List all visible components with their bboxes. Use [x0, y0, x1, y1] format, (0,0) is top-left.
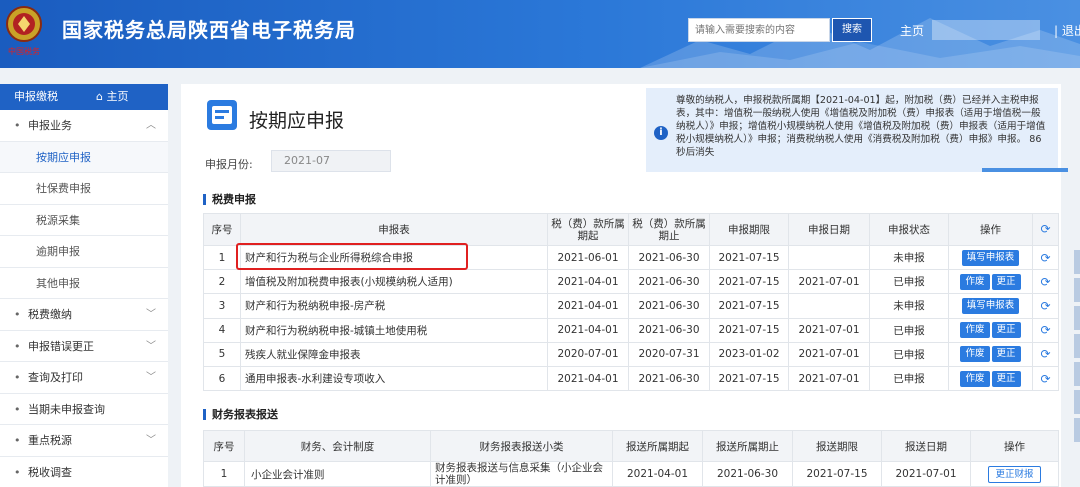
sidebar-home-link[interactable]: ⌂ 主页: [96, 84, 128, 110]
sidebar-item-overdue[interactable]: 逾期申报: [0, 236, 168, 268]
sidebar-item-payment[interactable]: 税费缴纳﹀: [0, 299, 168, 331]
form-name: 增值税及附加税费申报表(小规模纳税人适用): [240, 269, 548, 295]
page-title: 按期应申报: [249, 110, 345, 132]
col-header-start: 税（费）款所属期起: [547, 213, 629, 246]
sidebar-item-key-tax-source[interactable]: 重点税源﹀: [0, 425, 168, 457]
refresh-icon[interactable]: ⟳: [1040, 347, 1050, 361]
void-button[interactable]: 作废: [960, 322, 990, 339]
table-header-row: 序号 财务、会计制度 财务报表报送小类 报送所属期起 报送所属期止 报送期限 报…: [203, 430, 1059, 462]
correct-button[interactable]: 更正: [991, 370, 1021, 387]
col-header-deadline: 申报期限: [709, 213, 789, 246]
col-header-actions: 操作: [948, 213, 1033, 246]
sidebar-item-correction[interactable]: 申报错误更正﹀: [0, 331, 168, 362]
correct-button[interactable]: 更正: [991, 322, 1021, 339]
notice-text: 尊敬的纳税人，申报税款所属期【2021-04-01】起，附加税（费）已经并入主税…: [676, 95, 1046, 158]
search-input[interactable]: [688, 18, 830, 42]
status-badge: 已申报: [869, 365, 949, 392]
col-header-form: 申报表: [240, 213, 548, 246]
search-button[interactable]: 搜索: [832, 18, 872, 42]
sidebar-item-undeclared[interactable]: 当期未申报查询: [0, 394, 168, 425]
chevron-down-icon: ﹀: [146, 309, 156, 320]
sidebar-item-query-print[interactable]: 查询及打印﹀: [0, 362, 168, 394]
chevron-down-icon: ﹀: [146, 435, 156, 446]
col-header-status: 申报状态: [869, 213, 949, 246]
sidebar-item-periodic-declaration[interactable]: 按期应申报: [0, 141, 168, 173]
refresh-icon[interactable]: ⟳: [1040, 323, 1050, 337]
sidebar-item-social-insurance[interactable]: 社保费申报: [0, 173, 168, 205]
table-row: 4 财产和行为税纳税申报-城镇土地使用税 2021-04-01 2021-06-…: [203, 317, 1059, 343]
chevron-down-icon: ﹀: [146, 372, 156, 383]
refresh-icon[interactable]: ⟳: [1040, 275, 1050, 289]
form-name: 通用申报表-水利建设专项收入: [240, 365, 548, 392]
form-name: 财产和行为税与企业所得税综合申报: [240, 244, 548, 271]
status-badge: 已申报: [869, 269, 949, 295]
calendar-icon: [207, 100, 237, 130]
table-row: 5 残疾人就业保障金申报表 2020-07-01 2020-07-31 2023…: [203, 341, 1059, 367]
correct-report-button[interactable]: 更正财报: [988, 465, 1041, 483]
home-icon: ⌂: [96, 90, 107, 103]
refresh-icon[interactable]: ⟳: [1040, 251, 1050, 265]
void-button[interactable]: 作废: [960, 273, 990, 290]
tax-emblem-logo: 中国税务: [6, 6, 42, 56]
svg-text:中国税务: 中国税务: [8, 46, 40, 56]
site-title: 国家税务总局陕西省电子税务局: [62, 18, 356, 42]
status-badge: 已申报: [869, 341, 949, 367]
status-badge: 已申报: [869, 317, 949, 343]
chevron-up-icon: ︿: [146, 120, 156, 131]
col-header-date: 申报日期: [788, 213, 870, 246]
correct-button[interactable]: 更正: [991, 346, 1021, 363]
sidebar-header: 申报缴税 ⌂ 主页: [0, 84, 168, 110]
table-row: 1 小企业会计准则 财务报表报送与信息采集（小企业会计准则） 2021-04-0…: [203, 461, 1059, 487]
fill-form-button[interactable]: 填写申报表: [961, 297, 1020, 314]
month-field[interactable]: 2021-07: [271, 150, 391, 172]
month-label: 申报月份:: [205, 158, 253, 171]
col-header-end: 税（费）款所属期止: [628, 213, 710, 246]
main-content: 按期应申报 申报月份: 2021-07 i 尊敬的纳税人，申报税款所属期【202…: [181, 84, 1068, 487]
table-row: 3 财产和行为税纳税申报-房产税 2021-04-01 2021-06-30 2…: [203, 293, 1059, 319]
financial-report-table: 序号 财务、会计制度 财务报表报送小类 报送所属期起 报送所属期止 报送期限 报…: [203, 430, 1059, 487]
table-header-row: 序号 申报表 税（费）款所属期起 税（费）款所属期止 申报期限 申报日期 申报状…: [203, 213, 1059, 246]
refresh-icon[interactable]: ⟳: [1040, 299, 1050, 313]
sidebar-item-tax-survey[interactable]: 税收调查: [0, 457, 168, 487]
fill-form-button[interactable]: 填写申报表: [961, 249, 1020, 266]
section-title-finance: 财务报表报送: [203, 409, 278, 420]
sidebar-header-label: 申报缴税: [14, 90, 58, 103]
notice-timer-bar: [982, 168, 1068, 172]
sidebar-item-other[interactable]: 其他申报: [0, 268, 168, 299]
refresh-icon[interactable]: ⟳: [1040, 372, 1050, 386]
logout-link[interactable]: | 退出: [1054, 22, 1080, 39]
tax-declaration-table: 序号 申报表 税（费）款所属期起 税（费）款所属期止 申报期限 申报日期 申报状…: [203, 213, 1059, 392]
table-row: 1 财产和行为税与企业所得税综合申报 2021-06-01 2021-06-30…: [203, 244, 1059, 271]
sidebar: 申报缴税 ⌂ 主页 申报业务︿ 按期应申报 社保费申报 税源采集 逾期申报 其他…: [0, 84, 168, 487]
status-badge: 未申报: [869, 293, 949, 319]
user-name-blurred: [932, 20, 1040, 40]
form-name: 财产和行为税纳税申报-城镇土地使用税: [240, 317, 548, 343]
void-button[interactable]: 作废: [960, 370, 990, 387]
section-title-tax: 税费申报: [203, 194, 256, 205]
right-side-tabs[interactable]: [1074, 250, 1080, 480]
col-header-no: 序号: [203, 213, 241, 246]
info-icon: i: [654, 126, 668, 140]
sidebar-item-tax-source[interactable]: 税源采集: [0, 205, 168, 236]
notice-banner: i 尊敬的纳税人，申报税款所属期【2021-04-01】起，附加税（费）已经并入…: [646, 88, 1058, 172]
form-name: 财产和行为税纳税申报-房产税: [240, 293, 548, 319]
status-badge: 未申报: [869, 244, 949, 271]
top-header: 中国税务 国家税务总局陕西省电子税务局 搜索 主页 | 退出: [0, 0, 1080, 68]
nav-home-link[interactable]: 主页: [900, 22, 924, 39]
refresh-icon[interactable]: ⟳: [1032, 213, 1059, 246]
table-row: 6 通用申报表-水利建设专项收入 2021-04-01 2021-06-30 2…: [203, 365, 1059, 392]
chevron-down-icon: ﹀: [146, 340, 156, 352]
table-row: 2 增值税及附加税费申报表(小规模纳税人适用) 2021-04-01 2021-…: [203, 269, 1059, 295]
form-name: 残疾人就业保障金申报表: [240, 341, 548, 367]
void-button[interactable]: 作废: [960, 346, 990, 363]
correct-button[interactable]: 更正: [991, 273, 1021, 290]
sidebar-item-declaration[interactable]: 申报业务︿: [0, 110, 168, 142]
